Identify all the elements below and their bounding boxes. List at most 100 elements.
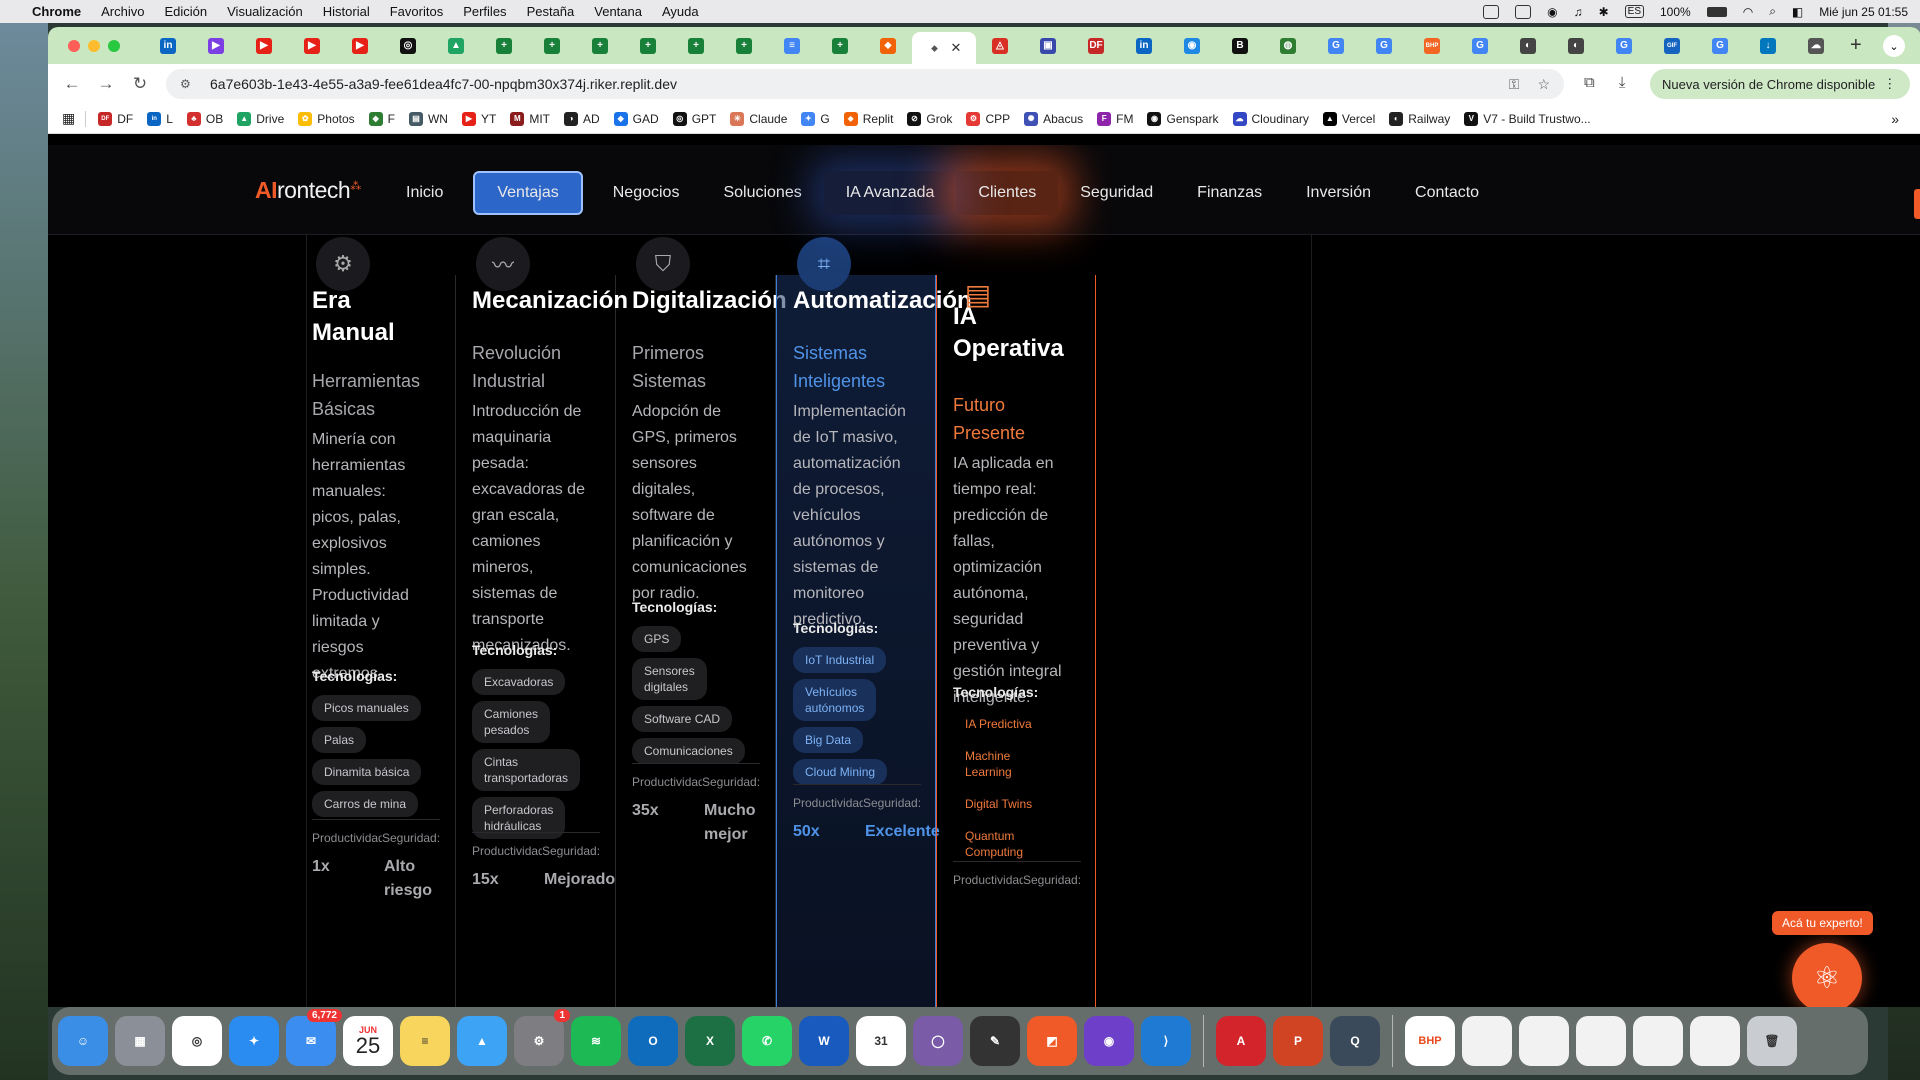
dock-app-doc-3[interactable] [1576, 1016, 1626, 1066]
nav-finanzas[interactable]: Finanzas [1175, 171, 1284, 215]
mirror-icon[interactable] [1515, 4, 1532, 19]
tab-8[interactable]: + [528, 32, 576, 60]
tab-right-11[interactable]: ◐ [1504, 32, 1552, 60]
nav-ia-avanzada[interactable]: IA Avanzada [823, 171, 957, 215]
apps-grid-icon[interactable]: ▦ [62, 110, 75, 127]
bookmark-15[interactable]: ⊘ Grok [907, 111, 952, 126]
forward-arrow-icon[interactable]: → [96, 74, 116, 94]
tab-15[interactable]: ⬥ [864, 32, 912, 60]
tab-right-16[interactable]: ↓ [1744, 32, 1792, 60]
back-arrow-icon[interactable]: ← [62, 74, 82, 94]
close-tab-icon[interactable]: ✕ [951, 40, 962, 56]
dock-app-doc-5[interactable] [1690, 1016, 1740, 1066]
bookmark-8[interactable]: M MIT [510, 111, 550, 126]
dock-app-github[interactable]: ◉ [1084, 1016, 1134, 1066]
airontech-logo[interactable]: AIrontech⁂ [255, 177, 361, 204]
menu-visualizacion[interactable]: Visualización [227, 4, 303, 19]
headphones-icon[interactable]: ♫ [1574, 5, 1583, 19]
tab-7[interactable]: + [480, 32, 528, 60]
tab-right-1[interactable]: ▣ [1024, 32, 1072, 60]
bookmark-19[interactable]: ◉ Genspark [1147, 111, 1219, 126]
tab-right-8[interactable]: G [1360, 32, 1408, 60]
zoom-window-button[interactable] [108, 39, 120, 52]
reload-icon[interactable]: ↻ [130, 74, 150, 94]
dock-app-chrome[interactable]: ◎ [172, 1016, 222, 1066]
nav-seguridad[interactable]: Seguridad [1058, 171, 1175, 215]
dock-app-excel[interactable]: X [685, 1016, 735, 1066]
menu-ventana[interactable]: Ventana [594, 4, 642, 19]
bookmark-6[interactable]: ▤ WN [408, 111, 448, 126]
nav-ventajas[interactable]: Ventajas [473, 171, 583, 215]
download-icon[interactable]: ⤓ [1619, 74, 1626, 92]
tab-right-9[interactable]: BHP [1408, 32, 1456, 60]
bookmark-16[interactable]: ⚙ CPP [966, 111, 1010, 126]
close-window-button[interactable] [68, 39, 80, 52]
tab-12[interactable]: + [720, 32, 768, 60]
expert-tooltip[interactable]: Acá tu experto! [1772, 911, 1873, 935]
tab-10[interactable]: + [624, 32, 672, 60]
tab-1[interactable]: ▶ [192, 32, 240, 60]
menu-ayuda[interactable]: Ayuda [662, 4, 699, 19]
tab-active[interactable]: ⬥ ✕ [912, 32, 976, 64]
nav-inicio[interactable]: Inicio [384, 171, 465, 215]
nav-inversion[interactable]: Inversión [1284, 171, 1393, 215]
tab-right-3[interactable]: in [1120, 32, 1168, 60]
screen-icon[interactable] [1483, 4, 1500, 19]
dock-app-quicktime[interactable]: Q [1330, 1016, 1380, 1066]
tab-right-17[interactable]: ☁ [1792, 32, 1840, 60]
dock-app-finder[interactable]: ☺ [58, 1016, 108, 1066]
more-bookmarks-icon[interactable]: » [1891, 111, 1899, 127]
dock-app-doc-4[interactable] [1633, 1016, 1683, 1066]
dock-app-swiftkey[interactable]: ◩ [1027, 1016, 1077, 1066]
tab-13[interactable]: ≡ [768, 32, 816, 60]
battery-percent[interactable]: 100% [1660, 5, 1691, 19]
tab-right-14[interactable]: GIF [1648, 32, 1696, 60]
dock-app-calendar[interactable]: JUN 25 [343, 1016, 393, 1066]
nav-contacto[interactable]: Contacto [1393, 171, 1501, 215]
control-center-icon[interactable]: ◧ [1792, 5, 1803, 19]
battery-icon[interactable] [1706, 6, 1727, 17]
dock-app-calendar-31[interactable]: 31 [856, 1016, 906, 1066]
dock-app-vscode[interactable]: ⟩ [1141, 1016, 1191, 1066]
tab-5[interactable]: ◎ [384, 32, 432, 60]
bookmark-22[interactable]: ◐ Railway [1389, 111, 1450, 126]
clock[interactable]: Mié jun 25 01:55 [1819, 5, 1908, 19]
bookmark-9[interactable]: ◑ AD [564, 111, 600, 126]
bookmark-7[interactable]: ▶ YT [461, 111, 496, 126]
bookmark-1[interactable]: in L [147, 111, 173, 126]
menu-app-name[interactable]: Chrome [32, 4, 81, 19]
dock-app-safari[interactable]: ✦ [229, 1016, 279, 1066]
play-icon[interactable]: ◉ [1547, 5, 1557, 19]
dock-app-doc-2[interactable] [1519, 1016, 1569, 1066]
dock-app-doc-1[interactable] [1462, 1016, 1512, 1066]
dock-app-acrobat[interactable]: A [1216, 1016, 1266, 1066]
extensions-icon[interactable]: ⧉ [1584, 74, 1595, 92]
tab-11[interactable]: + [672, 32, 720, 60]
menu-favoritos[interactable]: Favoritos [390, 4, 443, 19]
nav-soluciones[interactable]: Soluciones [701, 171, 823, 215]
nav-negocios[interactable]: Negocios [591, 171, 702, 215]
bookmark-4[interactable]: ✿ Photos [298, 111, 355, 126]
dock-app-system-settings[interactable]: ⚙ 1 [514, 1009, 570, 1066]
menu-edicion[interactable]: Edición [164, 4, 207, 19]
tab-right-6[interactable]: ◍ [1264, 32, 1312, 60]
password-key-icon[interactable]: ⚿ [1509, 76, 1520, 93]
dock-app-whatsapp[interactable]: ✆ [742, 1016, 792, 1066]
tab-6[interactable]: ▲ [432, 32, 480, 60]
tab-right-0[interactable]: ◬ [976, 32, 1024, 60]
bookmark-5[interactable]: ◆ F [368, 111, 395, 126]
tab-right-13[interactable]: G [1600, 32, 1648, 60]
tab-right-7[interactable]: G [1312, 32, 1360, 60]
bookmark-21[interactable]: ▲ Vercel [1322, 111, 1375, 126]
bookmark-3[interactable]: ▲ Drive [237, 111, 284, 126]
dock-app-launchpad[interactable]: ▦ [115, 1016, 165, 1066]
bookmark-23[interactable]: V V7 - Build Trustwo... [1464, 111, 1591, 126]
bookmark-0[interactable]: DF DF [98, 111, 133, 126]
bookmark-2[interactable]: ♣ OB [186, 111, 223, 126]
menu-perfiles[interactable]: Perfiles [463, 4, 506, 19]
tab-3[interactable]: ▶ [288, 32, 336, 60]
tab-2[interactable]: ▶ [240, 32, 288, 60]
chrome-update-button[interactable]: Nueva versión de Chrome disponible ⋮ [1650, 69, 1911, 99]
dock-app-mail[interactable]: ✉ 6,772 [286, 1009, 342, 1066]
dock-app-bhp-doc[interactable]: BHP [1405, 1016, 1455, 1066]
